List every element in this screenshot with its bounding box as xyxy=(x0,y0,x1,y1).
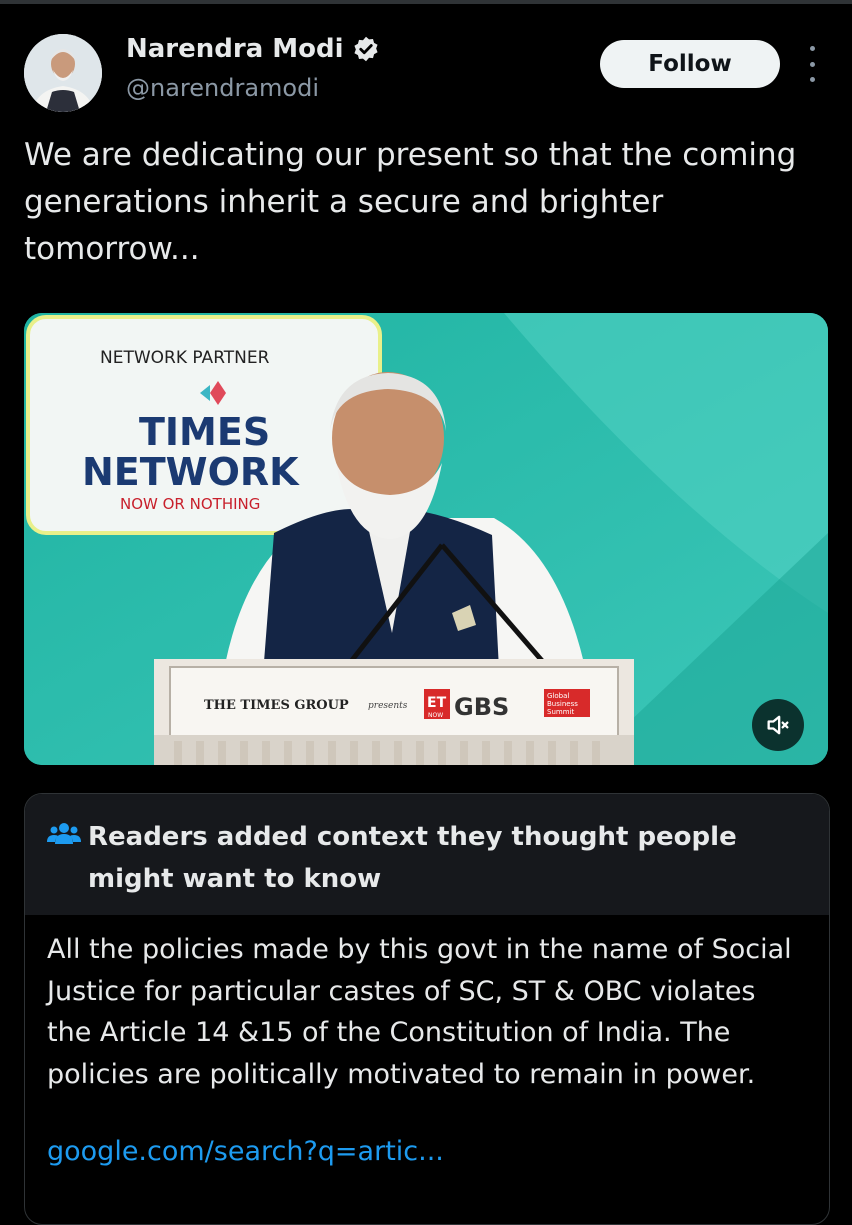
banner-top-text: NETWORK PARTNER xyxy=(100,348,270,368)
podium-summit-line2: Business xyxy=(547,700,578,708)
tweet-text: We are dedicating our present so that th… xyxy=(24,137,797,267)
volume-muted-icon[interactable] xyxy=(752,699,804,751)
display-name[interactable]: Narendra Modi xyxy=(126,34,344,64)
video-frame: NETWORK PARTNER TIMES NETWORK NOW OR NOT… xyxy=(24,313,828,765)
podium-summit-line3: Summit xyxy=(547,708,574,716)
podium-summit-line1: Global xyxy=(547,692,569,700)
podium-times-group-text: THE TIMES GROUP xyxy=(204,698,349,713)
people-icon xyxy=(47,823,81,844)
community-note-title: Readers added context they thought peopl… xyxy=(88,822,737,894)
podium-et-text: ET xyxy=(427,695,447,711)
handle[interactable]: @narendramodi xyxy=(126,74,319,102)
community-note-body: All the policies made by this govt in th… xyxy=(47,934,792,1090)
speaker-muted-glyph xyxy=(767,715,789,735)
verified-badge-icon xyxy=(354,36,378,62)
podium-gbs-text: GBS xyxy=(454,693,509,721)
avatar[interactable] xyxy=(24,34,102,112)
more-options-icon[interactable] xyxy=(802,46,822,82)
banner-tagline-text: NOW OR NOTHING xyxy=(120,495,260,513)
avatar-image xyxy=(24,34,102,112)
follow-button[interactable]: Follow xyxy=(600,40,780,88)
community-note: Readers added context they thought peopl… xyxy=(24,793,830,1225)
community-note-link[interactable]: google.com/search?q=artic... xyxy=(47,1136,444,1167)
community-note-header: Readers added context they thought peopl… xyxy=(25,794,829,915)
banner-line1-text: TIMES xyxy=(139,410,270,454)
top-divider xyxy=(0,0,852,4)
video-player[interactable]: NETWORK PARTNER TIMES NETWORK NOW OR NOT… xyxy=(24,313,828,765)
banner-line2-text: NETWORK xyxy=(82,450,300,494)
podium-presents-text: presents xyxy=(368,701,408,711)
podium-now-text: NOW xyxy=(428,712,443,719)
display-name-row[interactable]: Narendra Modi xyxy=(126,34,380,64)
